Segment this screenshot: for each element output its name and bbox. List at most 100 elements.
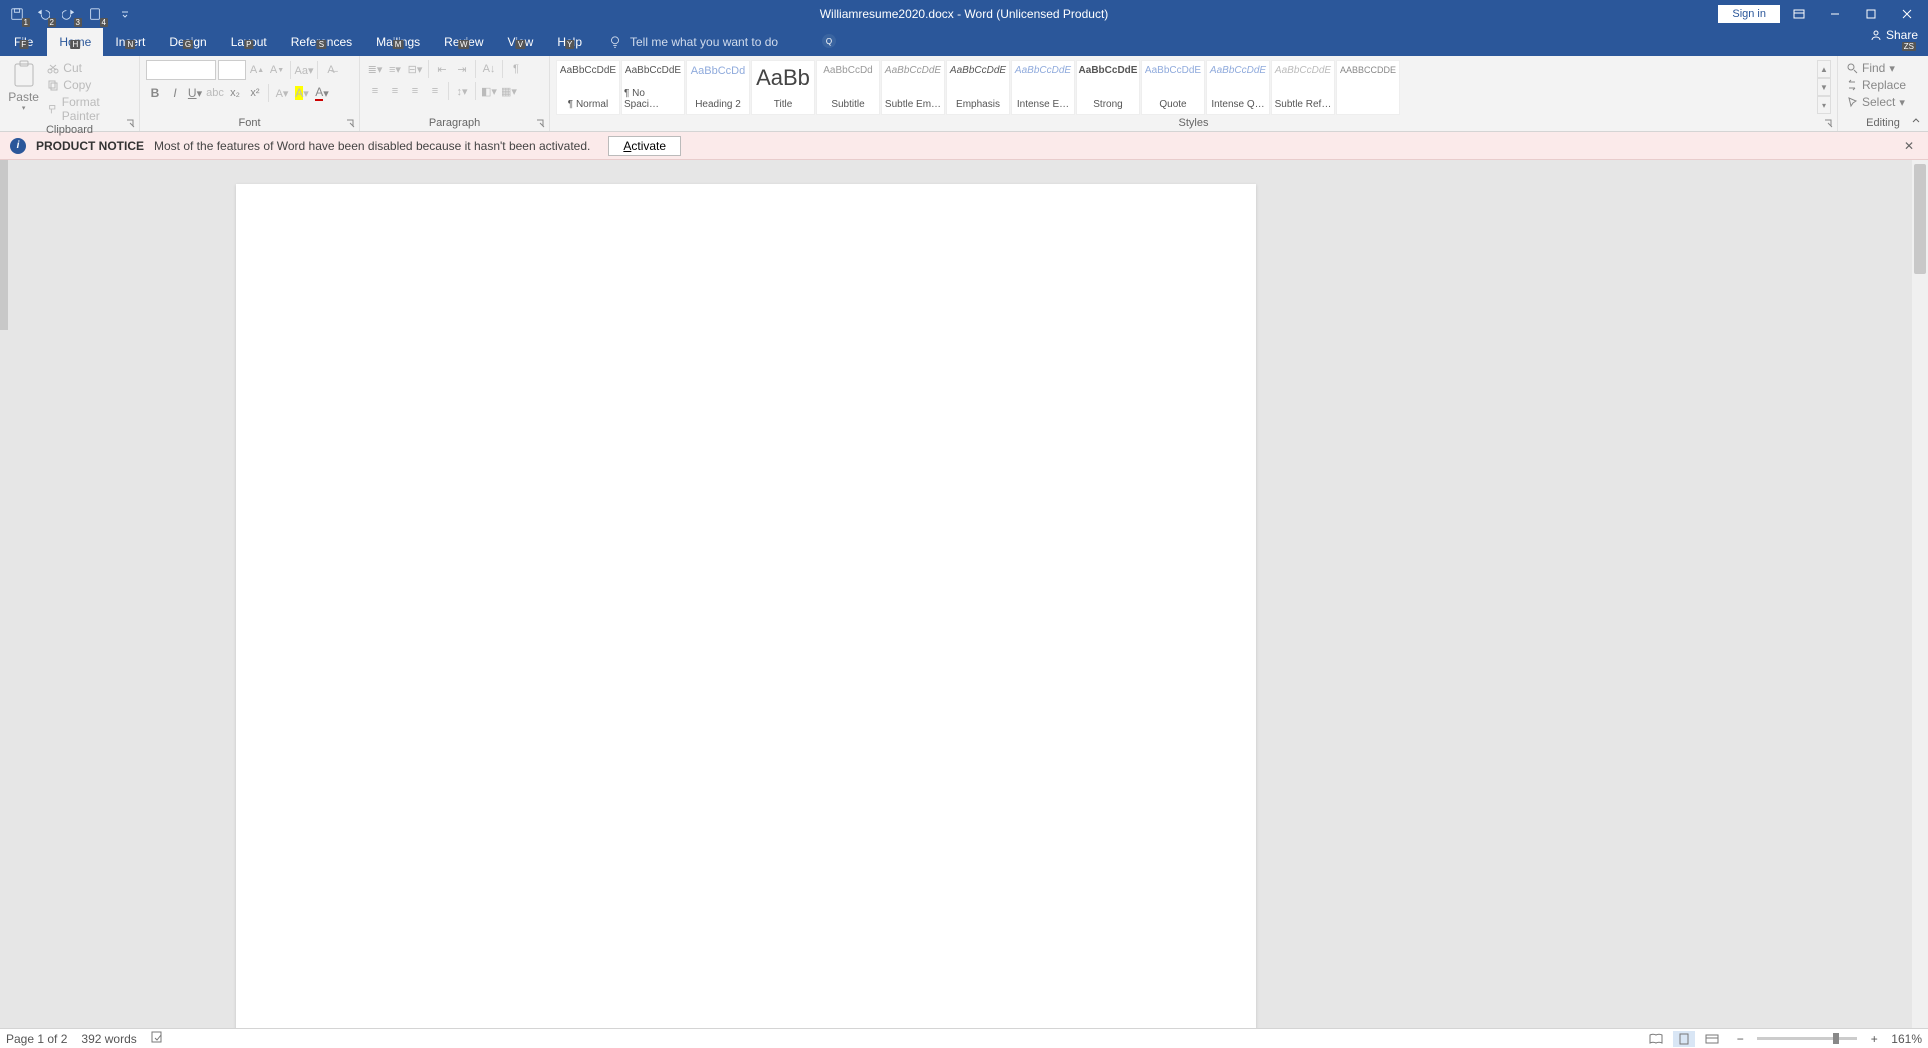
collapse-ribbon-button[interactable]: [1908, 113, 1924, 129]
shading-button[interactable]: ◧▾: [480, 82, 498, 100]
qat-save-button[interactable]: 1: [6, 3, 28, 25]
tab-design[interactable]: DesignG: [157, 28, 218, 56]
align-right-button[interactable]: ≡: [406, 82, 424, 100]
tab-home[interactable]: Home H: [47, 28, 103, 56]
style-item[interactable]: AaBbCcDdEIntense E…: [1011, 60, 1075, 115]
superscript-button[interactable]: x²: [246, 84, 264, 102]
bullets-button[interactable]: ≣▾: [366, 60, 384, 78]
page[interactable]: issues, agreement questions, cancellatio…: [236, 184, 1256, 1028]
qat-undo-button[interactable]: 2: [32, 3, 54, 25]
change-case-button[interactable]: Aa▾: [295, 61, 313, 79]
clipboard-launcher[interactable]: [125, 117, 137, 129]
web-layout-button[interactable]: [1701, 1031, 1723, 1047]
font-size-select[interactable]: [218, 60, 246, 80]
borders-button[interactable]: ▦▾: [500, 82, 518, 100]
clear-formatting-button[interactable]: A̶: [322, 61, 340, 79]
sort-button[interactable]: A↓: [480, 60, 498, 78]
highlight-button[interactable]: A▾: [293, 84, 311, 102]
paste-button[interactable]: Paste ▾: [6, 60, 41, 112]
align-left-button[interactable]: ≡: [366, 82, 384, 100]
status-bar: Page 1 of 2 392 words − + 161%: [0, 1028, 1928, 1048]
style-item[interactable]: AaBbCcDdEIntense Q…: [1206, 60, 1270, 115]
gallery-down-button[interactable]: ▼: [1817, 78, 1831, 96]
gallery-more-button[interactable]: ▾: [1817, 96, 1831, 114]
justify-button[interactable]: ≡: [426, 82, 444, 100]
style-item[interactable]: AABBCCDDE: [1336, 60, 1400, 115]
style-item[interactable]: AaBbCcDdEEmphasis: [946, 60, 1010, 115]
zoom-out-button[interactable]: −: [1729, 1031, 1751, 1047]
maximize-button[interactable]: [1854, 3, 1888, 25]
close-notice-button[interactable]: ✕: [1900, 139, 1918, 153]
italic-button[interactable]: I: [166, 84, 184, 102]
style-item[interactable]: AaBbCcDdSubtitle: [816, 60, 880, 115]
activate-button[interactable]: Activate: [608, 136, 681, 156]
grow-font-button[interactable]: A▲: [248, 61, 266, 79]
tab-review[interactable]: ReviewW: [432, 28, 495, 56]
underline-button[interactable]: U▾: [186, 84, 204, 102]
word-count[interactable]: 392 words: [81, 1032, 136, 1046]
vertical-ruler[interactable]: [0, 160, 8, 330]
font-family-select[interactable]: [146, 60, 216, 80]
share-button[interactable]: Share ZS: [1870, 28, 1918, 42]
tab-view[interactable]: ViewV: [496, 28, 546, 56]
tell-me-input[interactable]: [630, 35, 830, 49]
zoom-in-button[interactable]: +: [1863, 1031, 1885, 1047]
style-item[interactable]: AaBbTitle: [751, 60, 815, 115]
vertical-scrollbar[interactable]: [1912, 160, 1928, 1028]
copy-button[interactable]: Copy: [45, 77, 133, 93]
zoom-level[interactable]: 161%: [1891, 1032, 1922, 1046]
sign-in-button[interactable]: Sign in: [1718, 5, 1780, 23]
tab-insert[interactable]: InsertN: [103, 28, 157, 56]
line-spacing-button[interactable]: ↕▾: [453, 82, 471, 100]
qat-redo-button[interactable]: 3: [58, 3, 80, 25]
multilevel-list-button[interactable]: ⊟▾: [406, 60, 424, 78]
style-item[interactable]: AaBbCcDdEStrong: [1076, 60, 1140, 115]
style-item[interactable]: AaBbCcDdEQuote: [1141, 60, 1205, 115]
decrease-indent-button[interactable]: ⇤: [433, 60, 451, 78]
increase-indent-button[interactable]: ⇥: [453, 60, 471, 78]
format-painter-button[interactable]: Format Painter: [45, 94, 133, 124]
tab-layout[interactable]: LayoutP: [219, 28, 279, 56]
spell-check-icon[interactable]: [151, 1031, 165, 1046]
tab-help[interactable]: HelpY: [545, 28, 594, 56]
zoom-slider-knob[interactable]: [1833, 1033, 1839, 1044]
ribbon-display-options-button[interactable]: [1782, 3, 1816, 25]
qat-customize-button[interactable]: [120, 3, 130, 25]
style-item[interactable]: AaBbCcDdE¶ No Spaci…: [621, 60, 685, 115]
close-button[interactable]: [1890, 3, 1924, 25]
find-button[interactable]: Find ▾: [1844, 60, 1922, 76]
styles-launcher[interactable]: [1823, 117, 1835, 129]
cut-button[interactable]: Cut: [45, 60, 133, 76]
minimize-button[interactable]: [1818, 3, 1852, 25]
bold-button[interactable]: B: [146, 84, 164, 102]
style-item[interactable]: AaBbCcDdHeading 2: [686, 60, 750, 115]
style-item[interactable]: AaBbCcDdE¶ Normal: [556, 60, 620, 115]
font-color-button[interactable]: A▾: [313, 84, 331, 102]
numbering-button[interactable]: ≡▾: [386, 60, 404, 78]
replace-button[interactable]: Replace: [1844, 77, 1922, 93]
subscript-button[interactable]: x₂: [226, 84, 244, 102]
zoom-slider[interactable]: [1757, 1037, 1857, 1040]
tell-me-search[interactable]: Q: [608, 28, 830, 56]
font-launcher[interactable]: [345, 117, 357, 129]
scrollbar-thumb[interactable]: [1914, 164, 1926, 274]
print-layout-button[interactable]: [1673, 1031, 1695, 1047]
read-mode-button[interactable]: [1645, 1031, 1667, 1047]
page-indicator[interactable]: Page 1 of 2: [6, 1032, 67, 1046]
show-marks-button[interactable]: ¶: [507, 60, 525, 78]
paragraph-launcher[interactable]: [535, 117, 547, 129]
select-button[interactable]: Select ▾: [1844, 94, 1922, 110]
style-item[interactable]: AaBbCcDdESubtle Ref…: [1271, 60, 1335, 115]
gallery-up-button[interactable]: ▲: [1817, 60, 1831, 78]
shrink-font-button[interactable]: A▼: [268, 61, 286, 79]
text-effects-button[interactable]: A▾: [273, 84, 291, 102]
tab-file[interactable]: File F: [0, 28, 47, 56]
cursor-icon: [1846, 96, 1858, 108]
qat-touch-mode-button[interactable]: 4: [84, 3, 106, 25]
style-name: Quote: [1159, 99, 1186, 110]
tab-mailings[interactable]: MailingsM: [364, 28, 432, 56]
align-center-button[interactable]: ≡: [386, 82, 404, 100]
tab-references[interactable]: ReferencesS: [279, 28, 364, 56]
style-item[interactable]: AaBbCcDdESubtle Em…: [881, 60, 945, 115]
strikethrough-button[interactable]: abc: [206, 84, 224, 102]
